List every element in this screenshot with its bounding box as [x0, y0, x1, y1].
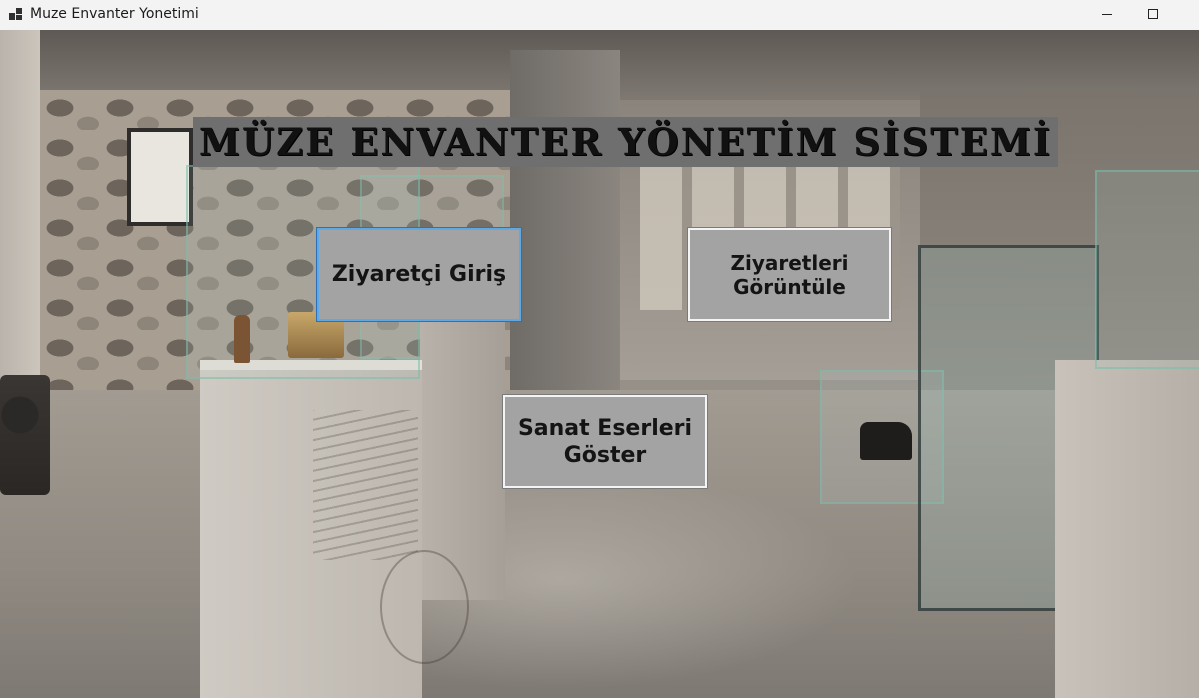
page-title: MÜZE ENVANTER YÖNETİM SİSTEMİ — [198, 120, 1053, 164]
glass-case-far-right — [1095, 170, 1199, 369]
maximize-icon — [1148, 9, 1158, 19]
window-title-bar[interactable]: Muze Envanter Yonetimi — [0, 0, 1199, 31]
figurine — [234, 315, 250, 363]
concrete-column — [510, 50, 620, 400]
minimize-button[interactable] — [1084, 0, 1130, 30]
show-artworks-button[interactable]: Sanat Eserleri Göster — [503, 395, 707, 488]
maximize-button[interactable] — [1130, 0, 1176, 30]
sewing-machine — [860, 422, 912, 460]
title-banner: MÜZE ENVANTER YÖNETİM SİSTEMİ — [193, 117, 1058, 167]
framed-document — [127, 128, 193, 226]
close-button[interactable] — [1176, 0, 1199, 30]
window-title: Muze Envanter Yonetimi — [30, 6, 199, 22]
view-visits-button[interactable]: Ziyaretleri Görüntüle — [688, 228, 891, 321]
pedestal-inscription — [313, 410, 418, 560]
app-window-icon — [9, 8, 22, 21]
antique-pump — [0, 375, 50, 495]
pedestal-illustration — [380, 550, 469, 664]
visitor-entry-button[interactable]: Ziyaretçi Giriş — [317, 228, 521, 321]
minimize-icon — [1102, 14, 1112, 15]
pedestal-right — [1055, 360, 1199, 698]
